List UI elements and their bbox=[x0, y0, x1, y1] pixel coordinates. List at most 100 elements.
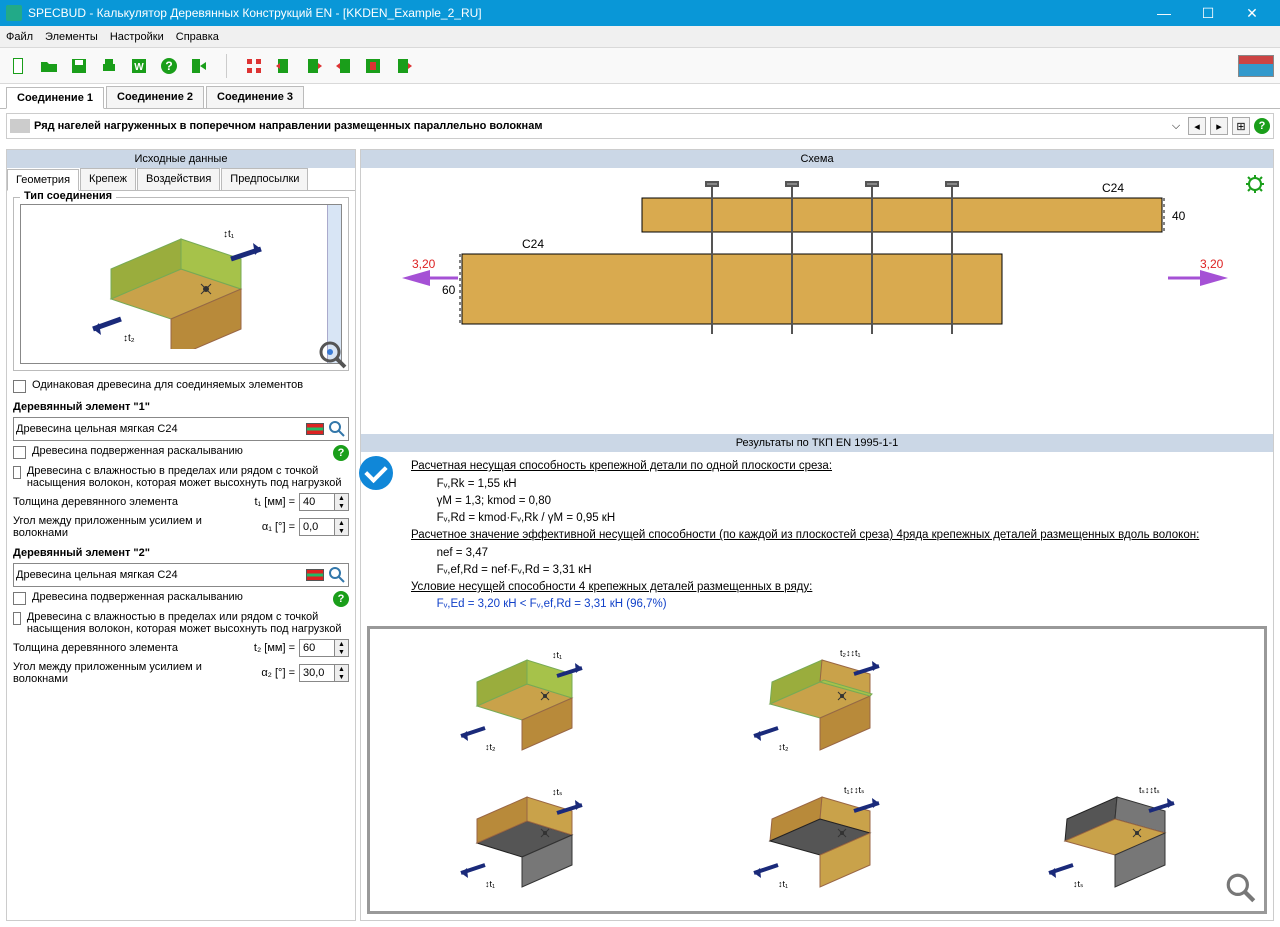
svg-text:3,20: 3,20 bbox=[412, 257, 436, 271]
conn-type-label: Тип соединения bbox=[20, 191, 116, 202]
menu-elements[interactable]: Элементы bbox=[45, 31, 98, 43]
subtab-assumptions[interactable]: Предпосылки bbox=[221, 168, 308, 190]
grid-button[interactable] bbox=[241, 53, 267, 79]
a1-input[interactable]: 0,0▲▼ bbox=[299, 518, 349, 536]
elem1-moisture-label: Древесина с влажностью в пределах или ря… bbox=[27, 465, 349, 489]
elem2-title: Деревянный элемент "2" bbox=[13, 547, 349, 559]
same-wood-checkbox[interactable] bbox=[13, 380, 26, 393]
svg-text:↕t₁: ↕t₁ bbox=[552, 650, 562, 660]
input-panel: Исходные данные Геометрия Крепеж Воздейс… bbox=[6, 149, 356, 921]
type-gallery[interactable]: ↕t₁↕t₂ t₂↕↕t₁↕t₂ ↕tₛ↕t₁ t₁↕↕tₛ↕t₁ tₛ↕↕tₛ… bbox=[367, 626, 1267, 914]
tool-red-1[interactable] bbox=[271, 53, 297, 79]
new-button[interactable] bbox=[6, 53, 32, 79]
svg-text:↕tₛ: ↕tₛ bbox=[552, 787, 562, 797]
svg-text:tₛ↕↕tₛ: tₛ↕↕tₛ bbox=[1139, 785, 1160, 795]
tool-red-5[interactable] bbox=[391, 53, 417, 79]
maximize-button[interactable]: ☐ bbox=[1186, 0, 1230, 26]
menu-file[interactable]: Файл bbox=[6, 31, 33, 43]
elem1-angle-label: Угол между приложенным усилием и волокна… bbox=[13, 515, 239, 539]
svg-text:C24: C24 bbox=[1102, 181, 1124, 195]
combo-prev-button[interactable]: ◂ bbox=[1188, 117, 1206, 135]
elem2-moisture-checkbox[interactable] bbox=[13, 612, 21, 625]
a2-input[interactable]: 30,0▲▼ bbox=[299, 664, 349, 682]
elem2-wood-select[interactable]: Древесина цельная мягкая C24 bbox=[13, 563, 349, 587]
print-button[interactable] bbox=[96, 53, 122, 79]
combo-dropdown-icon[interactable]: ⌵ bbox=[1168, 120, 1184, 133]
minimize-button[interactable]: — bbox=[1142, 0, 1186, 26]
elem2-angle-label: Угол между приложенным усилием и волокна… bbox=[13, 661, 239, 685]
flag-icon bbox=[306, 423, 324, 435]
save-button[interactable] bbox=[66, 53, 92, 79]
input-header: Исходные данные bbox=[7, 150, 355, 168]
res-line1: Расчетная несущая способность крепежной … bbox=[411, 460, 832, 472]
window-title: SPECBUD - Калькулятор Деревянных Констру… bbox=[28, 6, 1142, 20]
help-button[interactable]: ? bbox=[156, 53, 182, 79]
combo-next-button[interactable]: ▸ bbox=[1210, 117, 1228, 135]
elem2-thick-label: Толщина деревянного элемента bbox=[13, 642, 239, 654]
combo-text: Ряд нагелей нагруженных в поперечном нап… bbox=[34, 120, 1164, 132]
svg-text:3,20: 3,20 bbox=[1200, 257, 1224, 271]
tool-red-3[interactable] bbox=[331, 53, 357, 79]
combo-calc-button[interactable]: ⊞ bbox=[1232, 117, 1250, 135]
combo-icon bbox=[10, 119, 30, 133]
svg-text:↕t₁: ↕t₁ bbox=[485, 879, 495, 889]
export-word-button[interactable]: W bbox=[126, 53, 152, 79]
tool-red-4[interactable] bbox=[361, 53, 387, 79]
elem1-title: Деревянный элемент "1" bbox=[13, 401, 349, 413]
connection-type-combo[interactable]: Ряд нагелей нагруженных в поперечном нап… bbox=[6, 113, 1274, 139]
svg-text:W: W bbox=[134, 62, 144, 73]
svg-text:↕t₂: ↕t₂ bbox=[485, 742, 496, 752]
tab-connection-3[interactable]: Соединение 3 bbox=[206, 86, 304, 108]
t1-symbol: t₁ [мм] = bbox=[243, 496, 295, 508]
conn-type-thumbnail[interactable]: ↕t₁ ↕t₂ bbox=[20, 204, 342, 364]
exit-button[interactable] bbox=[186, 53, 212, 79]
lookup-icon[interactable] bbox=[328, 566, 346, 584]
elem1-splitting-checkbox[interactable] bbox=[13, 446, 26, 459]
combo-help-icon[interactable]: ? bbox=[1254, 118, 1270, 134]
svg-text:↕t₂: ↕t₂ bbox=[123, 333, 135, 344]
elem1-moisture-checkbox[interactable] bbox=[13, 466, 21, 479]
app-icon bbox=[6, 5, 22, 21]
help-icon[interactable]: ? bbox=[333, 591, 349, 607]
t2-symbol: t₂ [мм] = bbox=[243, 642, 295, 654]
toolbar: W ? bbox=[0, 48, 1280, 84]
right-panel: Схема C24 40 C24 60 bbox=[360, 149, 1274, 921]
lookup-icon[interactable] bbox=[328, 420, 346, 438]
menu-settings[interactable]: Настройки bbox=[110, 31, 164, 43]
svg-text:?: ? bbox=[165, 59, 172, 73]
tab-connection-1[interactable]: Соединение 1 bbox=[6, 87, 104, 109]
subtab-geometry[interactable]: Геометрия bbox=[7, 169, 79, 191]
input-subtabs: Геометрия Крепеж Воздействия Предпосылки bbox=[7, 168, 355, 191]
res-line3: Условие несущей способности 4 крепежных … bbox=[411, 581, 812, 593]
svg-text:↕tₛ: ↕tₛ bbox=[1073, 879, 1083, 889]
connection-tabs: Соединение 1 Соединение 2 Соединение 3 bbox=[0, 84, 1280, 109]
elem1-wood-select[interactable]: Древесина цельная мягкая C24 bbox=[13, 417, 349, 441]
results-body: Расчетная несущая способность крепежной … bbox=[361, 452, 1273, 619]
flag-icon bbox=[306, 569, 324, 581]
zoom-icon[interactable] bbox=[317, 339, 349, 371]
svg-text:t₂↕↕t₁: t₂↕↕t₁ bbox=[840, 648, 861, 658]
svg-text:t₁↕↕tₛ: t₁↕↕tₛ bbox=[844, 785, 864, 795]
open-button[interactable] bbox=[36, 53, 62, 79]
tab-connection-2[interactable]: Соединение 2 bbox=[106, 86, 204, 108]
svg-text:↕t₁: ↕t₁ bbox=[778, 879, 788, 889]
settings-gear-icon[interactable] bbox=[1245, 174, 1265, 194]
close-button[interactable]: ✕ bbox=[1230, 0, 1274, 26]
svg-text:C24: C24 bbox=[522, 237, 544, 251]
t1-input[interactable]: 40▲▼ bbox=[299, 493, 349, 511]
subtab-fasteners[interactable]: Крепеж bbox=[80, 168, 136, 190]
elem2-splitting-checkbox[interactable] bbox=[13, 592, 26, 605]
schema-header: Схема bbox=[361, 150, 1273, 168]
svg-text:60: 60 bbox=[442, 283, 456, 297]
elem1-thick-label: Толщина деревянного элемента bbox=[13, 496, 239, 508]
elem2-moisture-label: Древесина с влажностью в пределах или ря… bbox=[27, 611, 349, 635]
elem1-splitting-label: Древесина подверженная раскалыванию bbox=[32, 445, 327, 457]
tool-red-2[interactable] bbox=[301, 53, 327, 79]
schema-view: C24 40 C24 60 3,20 3,20 bbox=[361, 168, 1273, 434]
svg-text:↕t₁: ↕t₁ bbox=[223, 229, 235, 240]
t2-input[interactable]: 60▲▼ bbox=[299, 639, 349, 657]
res-condition: Fᵥ,Ed = 3,20 кН < Fᵥ,ef,Rd = 3,31 кН (96… bbox=[437, 598, 667, 610]
help-icon[interactable]: ? bbox=[333, 445, 349, 461]
subtab-loads[interactable]: Воздействия bbox=[137, 168, 220, 190]
menu-help[interactable]: Справка bbox=[176, 31, 219, 43]
